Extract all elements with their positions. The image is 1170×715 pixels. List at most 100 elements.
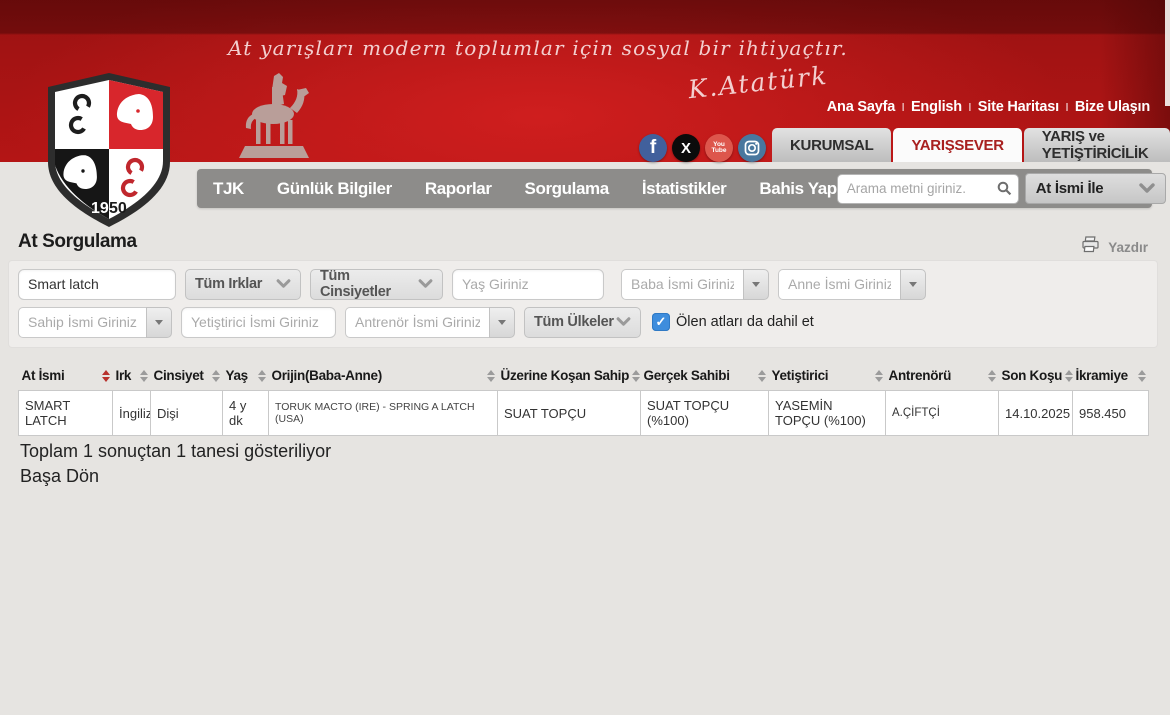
mother-dropdown-button[interactable] — [900, 269, 926, 300]
link-english[interactable]: English — [911, 99, 962, 115]
filter-row-1: Tüm Irklar Tüm Cinsiyetler — [18, 268, 1148, 300]
father-name-input[interactable] — [621, 269, 743, 300]
nav-sorgulama[interactable]: Sorgulama — [525, 179, 609, 199]
cell-son-kosu: 14.10.2025 — [999, 391, 1073, 436]
instagram-icon[interactable] — [738, 134, 766, 162]
sort-icon-uzerine-kosan-sahip[interactable] — [632, 370, 640, 382]
tab-yarissever[interactable]: YARIŞSEVER — [893, 128, 1021, 162]
link-bize-ulasin[interactable]: Bize Ulaşın — [1075, 99, 1150, 115]
triangle-down-icon — [752, 282, 760, 287]
tab-yaris-ve-yetistiricilik[interactable]: YARIŞ ve YETİŞTİRİCİLİK — [1024, 128, 1170, 162]
nav-tjk[interactable]: TJK — [213, 179, 244, 199]
cell-antrenoru: A.ÇİFTÇİ — [886, 391, 999, 436]
col-yas: Yaş — [226, 368, 248, 383]
link-ana-sayfa[interactable]: Ana Sayfa — [827, 99, 895, 115]
nav-bahis-yap[interactable]: Bahis Yap — [759, 179, 836, 199]
father-name-combo — [621, 269, 769, 300]
nav-istatistikler[interactable]: İstatistikler — [642, 179, 727, 199]
owner-name-input[interactable] — [18, 307, 146, 338]
section-tabs: KURUMSAL YARIŞSEVER YARIŞ ve YETİŞTİRİCİ… — [770, 128, 1170, 162]
filter-row-2: Tüm Ülkeler ✓ Ölen atları da dahil et — [18, 306, 1148, 338]
breeder-name-input[interactable] — [181, 307, 336, 338]
sort-icon-gercek-sahibi[interactable] — [758, 370, 766, 382]
age-input[interactable] — [452, 269, 604, 300]
sort-icon-ikramiye[interactable] — [1138, 370, 1146, 382]
cell-uzerine-kosan-sahip: SUAT TOPÇU — [498, 391, 641, 436]
search-input[interactable] — [837, 174, 1019, 204]
cell-ikramiye: 958.450 — [1073, 391, 1149, 436]
cell-yas: 4 y dk — [223, 391, 269, 436]
father-dropdown-button[interactable] — [743, 269, 769, 300]
table-header-row: At İsmi Irk Cinsiyet Yaş Orijin(Baba-Ann… — [19, 362, 1149, 391]
print-button[interactable]: Yazdır — [1081, 236, 1148, 258]
back-to-top-link[interactable]: Başa Dön — [20, 466, 99, 487]
sort-icon-antrenoru[interactable] — [988, 370, 996, 382]
header-quick-links: Ana SayfaıEnglishıSite HaritasııBize Ula… — [827, 99, 1150, 115]
nav-raporlar[interactable]: Raporlar — [425, 179, 492, 199]
cell-at-ismi[interactable]: SMART LATCH — [19, 391, 113, 436]
page-title: At Sorgulama — [18, 231, 137, 253]
search-icon[interactable] — [997, 181, 1012, 201]
main-navbar: TJK Günlük Bilgiler Raporlar Sorgulama İ… — [197, 169, 1152, 208]
cell-yetistirici: YASEMİN TOPÇU (%100) — [769, 391, 886, 436]
col-gercek-sahibi: Gerçek Sahibi — [644, 368, 730, 383]
triangle-down-icon — [498, 320, 506, 325]
dead-horses-checkbox[interactable]: ✓ — [652, 313, 670, 331]
trainer-name-combo — [345, 307, 515, 338]
mother-name-combo — [778, 269, 926, 300]
dead-horses-label: Ölen atları da dahil et — [676, 314, 814, 330]
sort-icon-yas[interactable] — [258, 370, 266, 382]
search-type-dropdown[interactable]: At İsmi İle — [1025, 173, 1166, 204]
sort-icon-irk[interactable] — [140, 370, 148, 382]
facebook-icon[interactable]: f — [639, 134, 667, 162]
trainer-name-input[interactable] — [345, 307, 489, 338]
sort-icon-son-kosu[interactable] — [1065, 370, 1073, 382]
country-dropdown[interactable]: Tüm Ülkeler — [524, 307, 641, 338]
results-summary: Toplam 1 sonuçtan 1 tanesi gösteriliyor — [20, 441, 331, 462]
col-irk: Irk — [116, 368, 132, 383]
sort-icon-at-ismi[interactable] — [102, 370, 110, 382]
mother-name-input[interactable] — [778, 269, 900, 300]
printer-icon — [1081, 236, 1101, 258]
owner-name-combo — [18, 307, 172, 338]
youtube-icon[interactable]: YouTube — [705, 134, 733, 162]
table-row: SMART LATCH İngiliz Dişi 4 y dk TORUK MA… — [19, 391, 1149, 436]
sort-icon-yetistirici[interactable] — [875, 370, 883, 382]
cell-gercek-sahibi: SUAT TOPÇU (%100) — [641, 391, 769, 436]
trainer-dropdown-button[interactable] — [489, 307, 515, 338]
nav-items: TJK Günlük Bilgiler Raporlar Sorgulama İ… — [197, 179, 837, 199]
gender-dropdown[interactable]: Tüm Cinsiyetler — [310, 269, 443, 300]
tjk-logo[interactable]: 19 50 — [42, 70, 176, 235]
col-at-ismi: At İsmi — [22, 368, 65, 383]
cell-irk: İngiliz — [113, 391, 151, 436]
sort-icon-cinsiyet[interactable] — [212, 370, 220, 382]
col-orijin: Orijin(Baba-Anne) — [272, 368, 382, 383]
col-antrenoru: Antrenörü — [889, 368, 952, 383]
header-edge-decoration — [1165, 0, 1170, 106]
triangle-down-icon — [909, 282, 917, 287]
owner-dropdown-button[interactable] — [146, 307, 172, 338]
chevron-down-icon — [616, 313, 631, 331]
col-cinsiyet: Cinsiyet — [154, 368, 204, 383]
results-table: At İsmi Irk Cinsiyet Yaş Orijin(Baba-Ann… — [18, 362, 1149, 436]
triangle-down-icon — [155, 320, 163, 325]
chevron-down-icon — [418, 275, 433, 293]
chevron-down-icon — [1139, 180, 1155, 198]
nav-search-group: At İsmi İle ARA — [837, 173, 1170, 204]
dead-horses-filter: ✓ Ölen atları da dahil et — [652, 313, 814, 331]
tab-kurumsal[interactable]: KURUMSAL — [772, 128, 891, 162]
svg-text:50: 50 — [109, 200, 127, 217]
chevron-down-icon — [276, 275, 291, 293]
link-site-haritasi[interactable]: Site Haritası — [978, 99, 1059, 115]
filter-panel: Tüm Irklar Tüm Cinsiyetler — [8, 260, 1158, 348]
col-son-kosu: Son Koşu — [1002, 368, 1063, 383]
link-separator: ı — [895, 99, 911, 115]
x-twitter-icon[interactable]: X — [672, 134, 700, 162]
horse-name-input[interactable] — [18, 269, 176, 300]
nav-gunluk-bilgiler[interactable]: Günlük Bilgiler — [277, 179, 392, 199]
sort-icon-orijin[interactable] — [487, 370, 495, 382]
link-separator: ı — [1059, 99, 1075, 115]
social-icons: f X YouTube — [639, 134, 766, 162]
link-separator: ı — [962, 99, 978, 115]
race-dropdown[interactable]: Tüm Irklar — [185, 269, 301, 300]
